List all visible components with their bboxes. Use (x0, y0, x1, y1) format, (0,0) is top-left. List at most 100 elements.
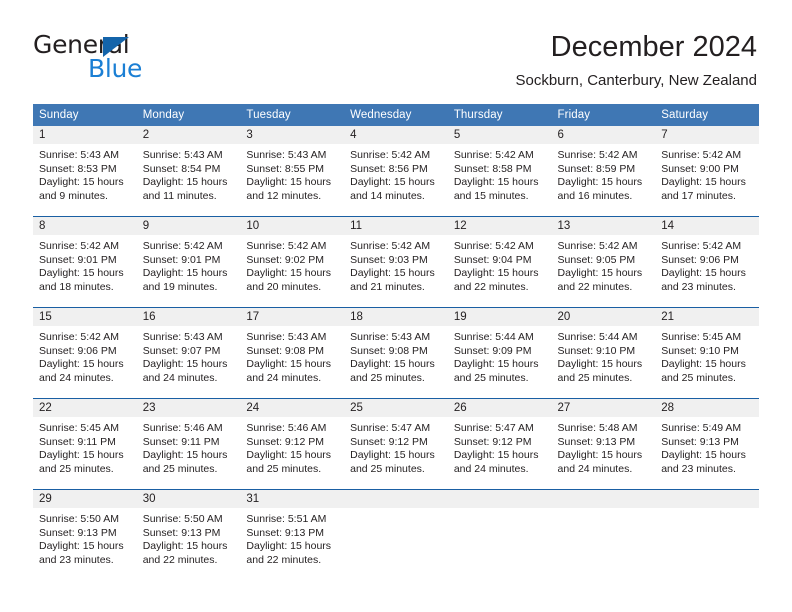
sunrise-text: Sunrise: 5:50 AM (39, 513, 119, 525)
daylight-text-line2: and 25 minutes. (39, 462, 114, 475)
daylight-text-line2: and 23 minutes. (661, 280, 736, 293)
calendar-day-cell[interactable]: 10 Sunrise: 5:42 AM Sunset: 9:02 PM Dayl… (240, 216, 345, 308)
daylight-text-line2: and 25 minutes. (142, 462, 218, 475)
daylight-text-line1: Daylight: 15 hours (39, 267, 124, 280)
calendar-day-cell[interactable]: 3 Sunrise: 5:43 AM Sunset: 8:55 PM Dayli… (240, 126, 345, 217)
day-number (447, 490, 552, 508)
calendar-day-cell[interactable]: 14 Sunrise: 5:42 AM Sunset: 9:06 PM Dayl… (655, 216, 759, 308)
day-cell-inner: 11 Sunrise: 5:42 AM Sunset: 9:03 PM Dayl… (344, 217, 448, 307)
calendar-day-cell[interactable]: 23 Sunrise: 5:46 AM Sunset: 9:11 PM Dayl… (136, 398, 241, 490)
daylight-text-line1: Daylight: 15 hours (350, 267, 435, 280)
day-cell-inner: 8 Sunrise: 5:42 AM Sunset: 9:01 PM Dayli… (33, 217, 137, 307)
daylight-text-line1: Daylight: 15 hours (661, 267, 746, 280)
day-details: Sunrise: 5:43 AM Sunset: 9:07 PM Dayligh… (137, 326, 241, 385)
calendar-day-cell[interactable]: 5 Sunrise: 5:42 AM Sunset: 8:58 PM Dayli… (447, 126, 552, 217)
day-number: 12 (447, 217, 552, 235)
calendar-day-cell[interactable]: 26 Sunrise: 5:47 AM Sunset: 9:12 PM Dayl… (447, 398, 552, 490)
sunrise-text: Sunrise: 5:44 AM (453, 331, 534, 343)
daylight-text-line1: Daylight: 15 hours (142, 540, 228, 553)
sunrise-text: Sunrise: 5:46 AM (142, 422, 223, 434)
calendar-day-cell[interactable]: 19 Sunrise: 5:44 AM Sunset: 9:09 PM Dayl… (447, 307, 552, 399)
day-cell-inner (344, 490, 448, 580)
daylight-text-line1: Daylight: 15 hours (453, 267, 539, 280)
sunrise-text: Sunrise: 5:42 AM (557, 240, 638, 252)
calendar-day-cell[interactable]: 22 Sunrise: 5:45 AM Sunset: 9:11 PM Dayl… (33, 398, 137, 490)
calendar-day-cell[interactable]: 11 Sunrise: 5:42 AM Sunset: 9:03 PM Dayl… (344, 216, 448, 308)
sunset-text: Sunset: 9:03 PM (350, 253, 428, 266)
sunrise-text: Sunrise: 5:42 AM (39, 240, 119, 252)
calendar-day-cell[interactable]: 4 Sunrise: 5:42 AM Sunset: 8:56 PM Dayli… (344, 126, 448, 217)
sunrise-text: Sunrise: 5:47 AM (453, 422, 534, 434)
day-details: Sunrise: 5:46 AM Sunset: 9:12 PM Dayligh… (240, 417, 344, 476)
sunset-text: Sunset: 9:13 PM (661, 435, 739, 448)
weekday-header-tuesday: Tuesday (240, 104, 345, 126)
sunset-text: Sunset: 8:55 PM (246, 162, 325, 175)
calendar-day-cell[interactable]: 7 Sunrise: 5:42 AM Sunset: 9:00 PM Dayli… (655, 126, 759, 217)
calendar-day-cell[interactable]: 20 Sunrise: 5:44 AM Sunset: 9:10 PM Dayl… (551, 307, 656, 399)
calendar-day-cell[interactable]: 12 Sunrise: 5:42 AM Sunset: 9:04 PM Dayl… (447, 216, 552, 308)
daylight-text-line2: and 14 minutes. (350, 189, 425, 202)
day-number: 26 (447, 399, 552, 417)
day-cell-inner: 13 Sunrise: 5:42 AM Sunset: 9:05 PM Dayl… (551, 217, 656, 307)
calendar-table: Sunday Monday Tuesday Wednesday Thursday… (33, 104, 759, 580)
day-cell-inner: 15 Sunrise: 5:42 AM Sunset: 9:06 PM Dayl… (33, 308, 137, 398)
calendar-day-cell[interactable]: 30 Sunrise: 5:50 AM Sunset: 9:13 PM Dayl… (136, 489, 241, 580)
day-cell-inner: 20 Sunrise: 5:44 AM Sunset: 9:10 PM Dayl… (551, 308, 656, 398)
calendar-day-cell[interactable]: 2 Sunrise: 5:43 AM Sunset: 8:54 PM Dayli… (136, 126, 241, 217)
daylight-text-line1: Daylight: 15 hours (246, 449, 332, 462)
day-cell-inner: 17 Sunrise: 5:43 AM Sunset: 9:08 PM Dayl… (240, 308, 345, 398)
day-cell-inner: 26 Sunrise: 5:47 AM Sunset: 9:12 PM Dayl… (447, 399, 552, 489)
daylight-text-line1: Daylight: 15 hours (453, 176, 539, 189)
daylight-text-line1: Daylight: 15 hours (557, 449, 643, 462)
sunrise-text: Sunrise: 5:42 AM (661, 149, 742, 161)
day-number: 4 (344, 126, 448, 144)
calendar-page: General Blue December 2024 Sockburn, Can… (0, 0, 792, 612)
daylight-text-line1: Daylight: 15 hours (350, 176, 435, 189)
calendar-day-cell[interactable]: 16 Sunrise: 5:43 AM Sunset: 9:07 PM Dayl… (136, 307, 241, 399)
calendar-day-cell[interactable]: 9 Sunrise: 5:42 AM Sunset: 9:01 PM Dayli… (136, 216, 241, 308)
calendar-day-cell[interactable]: 27 Sunrise: 5:48 AM Sunset: 9:13 PM Dayl… (551, 398, 656, 490)
calendar-day-cell[interactable]: 13 Sunrise: 5:42 AM Sunset: 9:05 PM Dayl… (551, 216, 656, 308)
daylight-text-line2: and 25 minutes. (246, 462, 322, 475)
day-number: 21 (655, 308, 759, 326)
calendar-day-cell[interactable]: 15 Sunrise: 5:42 AM Sunset: 9:06 PM Dayl… (33, 307, 137, 399)
day-details: Sunrise: 5:43 AM Sunset: 8:53 PM Dayligh… (33, 144, 137, 203)
day-details: Sunrise: 5:44 AM Sunset: 9:09 PM Dayligh… (448, 326, 552, 385)
day-details: Sunrise: 5:42 AM Sunset: 9:03 PM Dayligh… (344, 235, 448, 294)
day-number (655, 490, 759, 508)
sunrise-text: Sunrise: 5:48 AM (557, 422, 638, 434)
day-details: Sunrise: 5:42 AM Sunset: 9:01 PM Dayligh… (33, 235, 137, 294)
day-number: 1 (33, 126, 137, 144)
weekday-header-friday: Friday (551, 104, 656, 126)
day-cell-inner: 27 Sunrise: 5:48 AM Sunset: 9:13 PM Dayl… (551, 399, 656, 489)
day-details: Sunrise: 5:47 AM Sunset: 9:12 PM Dayligh… (344, 417, 448, 476)
daylight-text-line2: and 20 minutes. (246, 280, 322, 293)
day-cell-inner: 10 Sunrise: 5:42 AM Sunset: 9:02 PM Dayl… (240, 217, 345, 307)
sunset-text: Sunset: 9:12 PM (453, 435, 532, 448)
calendar-day-cell[interactable]: 25 Sunrise: 5:47 AM Sunset: 9:12 PM Dayl… (344, 398, 448, 490)
calendar-day-cell[interactable]: 8 Sunrise: 5:42 AM Sunset: 9:01 PM Dayli… (33, 216, 137, 308)
day-cell-inner: 14 Sunrise: 5:42 AM Sunset: 9:06 PM Dayl… (655, 217, 759, 307)
calendar-day-cell[interactable]: 28 Sunrise: 5:49 AM Sunset: 9:13 PM Dayl… (655, 398, 759, 490)
calendar-day-cell[interactable]: 29 Sunrise: 5:50 AM Sunset: 9:13 PM Dayl… (33, 489, 137, 580)
sunset-text: Sunset: 8:59 PM (557, 162, 636, 175)
calendar-day-cell[interactable]: 21 Sunrise: 5:45 AM Sunset: 9:10 PM Dayl… (655, 307, 759, 399)
calendar-day-cell[interactable]: 31 Sunrise: 5:51 AM Sunset: 9:13 PM Dayl… (240, 489, 345, 580)
day-details: Sunrise: 5:42 AM Sunset: 9:01 PM Dayligh… (137, 235, 241, 294)
daylight-text-line1: Daylight: 15 hours (661, 358, 746, 371)
daylight-text-line1: Daylight: 15 hours (142, 267, 228, 280)
calendar-day-cell[interactable]: 6 Sunrise: 5:42 AM Sunset: 8:59 PM Dayli… (551, 126, 656, 217)
sunrise-text: Sunrise: 5:42 AM (350, 149, 431, 161)
sunset-text: Sunset: 9:02 PM (246, 253, 325, 266)
calendar-day-cell[interactable]: 18 Sunrise: 5:43 AM Sunset: 9:08 PM Dayl… (344, 307, 448, 399)
daylight-text-line2: and 18 minutes. (39, 280, 114, 293)
daylight-text-line2: and 9 minutes. (39, 189, 108, 202)
logo-text-blue: Blue (88, 54, 143, 83)
sunset-text: Sunset: 8:56 PM (350, 162, 428, 175)
calendar-day-cell[interactable]: 1 Sunrise: 5:43 AM Sunset: 8:53 PM Dayli… (33, 126, 137, 217)
daylight-text-line1: Daylight: 15 hours (246, 267, 332, 280)
sunrise-text: Sunrise: 5:43 AM (142, 331, 223, 343)
calendar-day-cell[interactable]: 17 Sunrise: 5:43 AM Sunset: 9:08 PM Dayl… (240, 307, 345, 399)
day-number: 24 (240, 399, 345, 417)
calendar-day-cell[interactable]: 24 Sunrise: 5:46 AM Sunset: 9:12 PM Dayl… (240, 398, 345, 490)
